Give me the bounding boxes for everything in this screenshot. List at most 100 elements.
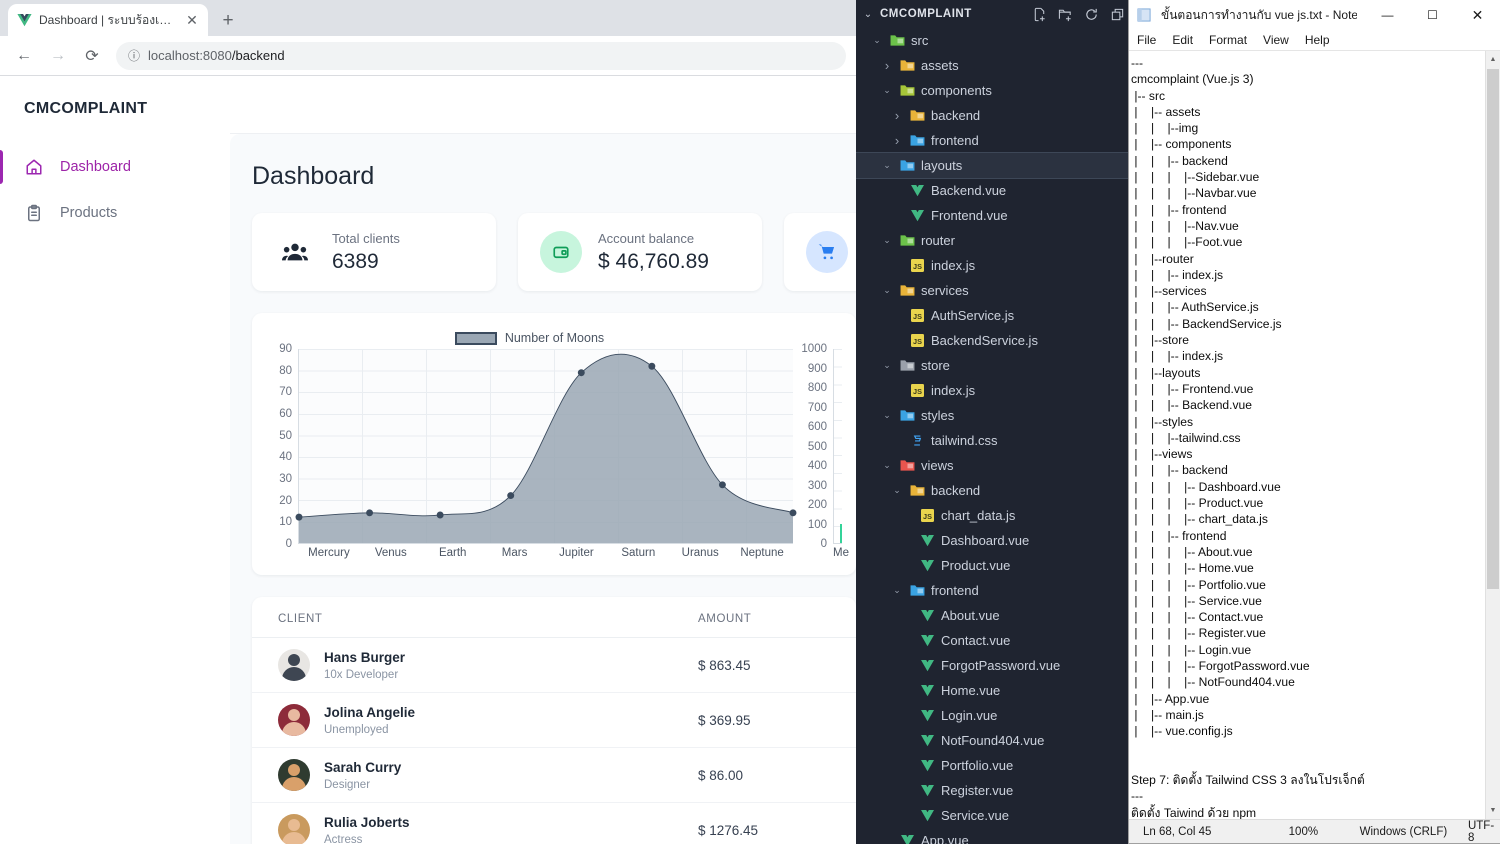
reload-icon[interactable]: ⟳ xyxy=(78,42,106,70)
chevron-down-icon[interactable]: ⌄ xyxy=(880,160,894,171)
x-tick-label: Jupiter xyxy=(559,547,594,559)
chevron-down-icon[interactable]: ⌄ xyxy=(860,9,876,20)
menu-edit[interactable]: Edit xyxy=(1172,33,1193,47)
menu-help[interactable]: Help xyxy=(1305,33,1330,47)
menu-file[interactable]: File xyxy=(1137,33,1156,47)
browser-tab[interactable]: Dashboard | ระบบร้องเรียน ✕ xyxy=(8,4,208,36)
clients-table: CLIENT AMOUNT Hans Burger 10x Developer $ … xyxy=(252,597,856,844)
notepad-text[interactable]: --- cmcomplaint (Vue.js 3) |-- src | |--… xyxy=(1129,51,1485,819)
tree-item-chart-data-js[interactable]: JS chart_data.js xyxy=(856,503,1136,528)
scroll-down-icon[interactable]: ▼ xyxy=(1486,802,1500,819)
vertical-scrollbar[interactable]: ▲ ▼ xyxy=(1485,51,1500,819)
y-tick-label: 600 xyxy=(807,421,827,433)
tree-item-authservice-js[interactable]: JS AuthService.js xyxy=(856,303,1136,328)
chevron-down-icon[interactable]: ⌄ xyxy=(870,35,884,46)
tree-item-portfolio-vue[interactable]: Portfolio.vue xyxy=(856,753,1136,778)
close-icon[interactable]: ✕ xyxy=(184,13,200,27)
y-tick-label: 100 xyxy=(807,518,827,531)
tree-item-store[interactable]: ⌄ store xyxy=(856,353,1136,378)
chevron-right-icon[interactable]: › xyxy=(880,58,894,73)
x-tick-label: Mars xyxy=(501,547,528,559)
client-cell: Rulia Joberts Actress xyxy=(278,814,698,844)
new-tab-button[interactable]: + xyxy=(214,6,242,34)
menu-view[interactable]: View xyxy=(1263,33,1289,47)
chevron-down-icon[interactable]: ⌄ xyxy=(880,285,894,296)
tree-item-frontend-vue[interactable]: Frontend.vue xyxy=(856,203,1136,228)
back-icon[interactable]: ← xyxy=(10,42,38,70)
y-tick-label: 70 xyxy=(279,386,292,399)
tree-item-router[interactable]: ⌄ router xyxy=(856,228,1136,253)
tree-item-login-vue[interactable]: Login.vue xyxy=(856,703,1136,728)
chevron-right-icon[interactable]: › xyxy=(890,108,904,123)
menu-format[interactable]: Format xyxy=(1209,33,1247,47)
svg-text:JS: JS xyxy=(913,262,922,271)
tree-item-contact-vue[interactable]: Contact.vue xyxy=(856,628,1136,653)
tree-item-forgotpassword-vue[interactable]: ForgotPassword.vue xyxy=(856,653,1136,678)
tree-item-backendservice-js[interactable]: JS BackendService.js xyxy=(856,328,1136,353)
sidebar-item-label: Products xyxy=(60,205,118,221)
tree-item-notfound404-vue[interactable]: NotFound404.vue xyxy=(856,728,1136,753)
browser-tab-title: Dashboard | ระบบร้องเรียน xyxy=(39,12,177,27)
tree-item-tailwind-css[interactable]: tailwind.css xyxy=(856,428,1136,453)
tree-item-backend[interactable]: › backend xyxy=(856,103,1136,128)
url-host: localhost:8080 xyxy=(148,48,232,63)
tree-item-index-js[interactable]: JS index.js xyxy=(856,378,1136,403)
chevron-right-icon[interactable]: › xyxy=(890,133,904,148)
chevron-down-icon[interactable]: ⌄ xyxy=(880,235,894,246)
tree-item-app-vue[interactable]: App.vue xyxy=(856,828,1136,844)
tree-item-label: chart_data.js xyxy=(941,508,1016,523)
tree-item-src[interactable]: ⌄ src xyxy=(856,28,1136,53)
chevron-down-icon[interactable]: ⌄ xyxy=(880,360,894,371)
close-icon[interactable]: ✕ xyxy=(1455,0,1500,30)
tree-item-register-vue[interactable]: Register.vue xyxy=(856,778,1136,803)
folder-icon xyxy=(899,409,916,422)
collapse-all-icon[interactable] xyxy=(1109,6,1126,23)
y-axis: 90 80 70 60 50 40 30 20 10 0 xyxy=(262,343,296,550)
tree-item-label: assets xyxy=(921,58,959,73)
scroll-up-icon[interactable]: ▲ xyxy=(1486,51,1500,68)
tree-item-views[interactable]: ⌄ views xyxy=(856,453,1136,478)
refresh-icon[interactable] xyxy=(1083,6,1100,23)
browser-tabstrip: Dashboard | ระบบร้องเรียน ✕ + xyxy=(0,0,856,36)
chevron-down-icon[interactable]: ⌄ xyxy=(880,410,894,421)
table-body: Hans Burger 10x Developer $ 863.45 Jolina A… xyxy=(252,638,856,844)
vue-icon xyxy=(919,534,936,547)
chevron-down-icon[interactable]: ⌄ xyxy=(880,85,894,96)
tree-item-backend[interactable]: ⌄ backend xyxy=(856,478,1136,503)
forward-icon[interactable]: → xyxy=(44,42,72,70)
folder-icon xyxy=(899,159,916,172)
chevron-down-icon[interactable]: ⌄ xyxy=(890,585,904,596)
tree-item-product-vue[interactable]: Product.vue xyxy=(856,553,1136,578)
tree-item-assets[interactable]: › assets xyxy=(856,53,1136,78)
tree-item-about-vue[interactable]: About.vue xyxy=(856,603,1136,628)
vue-icon xyxy=(919,659,936,672)
scrollbar-thumb[interactable] xyxy=(1487,69,1499,589)
tree-item-index-js[interactable]: JS index.js xyxy=(856,253,1136,278)
avatar xyxy=(278,759,310,791)
notepad-body: --- cmcomplaint (Vue.js 3) |-- src | |--… xyxy=(1129,50,1500,819)
tree-item-home-vue[interactable]: Home.vue xyxy=(856,678,1136,703)
url-path: /backend xyxy=(231,48,285,63)
sidebar-item-dashboard[interactable]: Dashboard xyxy=(0,144,229,190)
chart-plot-right: 1000 900 800 700 600 500 400 300 200 100 0 Me xyxy=(797,343,849,571)
tree-item-dashboard-vue[interactable]: Dashboard.vue xyxy=(856,528,1136,553)
legend-swatch xyxy=(454,331,497,345)
maximize-icon[interactable]: ☐ xyxy=(1410,0,1455,30)
address-bar[interactable]: ⓘ localhost:8080/backend xyxy=(116,41,846,70)
tree-item-layouts[interactable]: ⌄ layouts xyxy=(856,152,1136,179)
new-file-icon[interactable] xyxy=(1031,6,1048,23)
tree-item-styles[interactable]: ⌄ styles xyxy=(856,403,1136,428)
tree-item-services[interactable]: ⌄ services xyxy=(856,278,1136,303)
site-info-icon[interactable]: ⓘ xyxy=(128,47,140,64)
chevron-down-icon[interactable]: ⌄ xyxy=(890,485,904,496)
chevron-down-icon[interactable]: ⌄ xyxy=(880,460,894,471)
tree-item-label: views xyxy=(921,458,954,473)
tree-item-service-vue[interactable]: Service.vue xyxy=(856,803,1136,828)
tree-item-frontend[interactable]: › frontend xyxy=(856,128,1136,153)
tree-item-frontend[interactable]: ⌄ frontend xyxy=(856,578,1136,603)
tree-item-backend-vue[interactable]: Backend.vue xyxy=(856,178,1136,203)
sidebar-item-products[interactable]: Products xyxy=(0,190,229,236)
minimize-icon[interactable]: — xyxy=(1365,0,1410,30)
tree-item-components[interactable]: ⌄ components xyxy=(856,78,1136,103)
new-folder-icon[interactable] xyxy=(1057,6,1074,23)
